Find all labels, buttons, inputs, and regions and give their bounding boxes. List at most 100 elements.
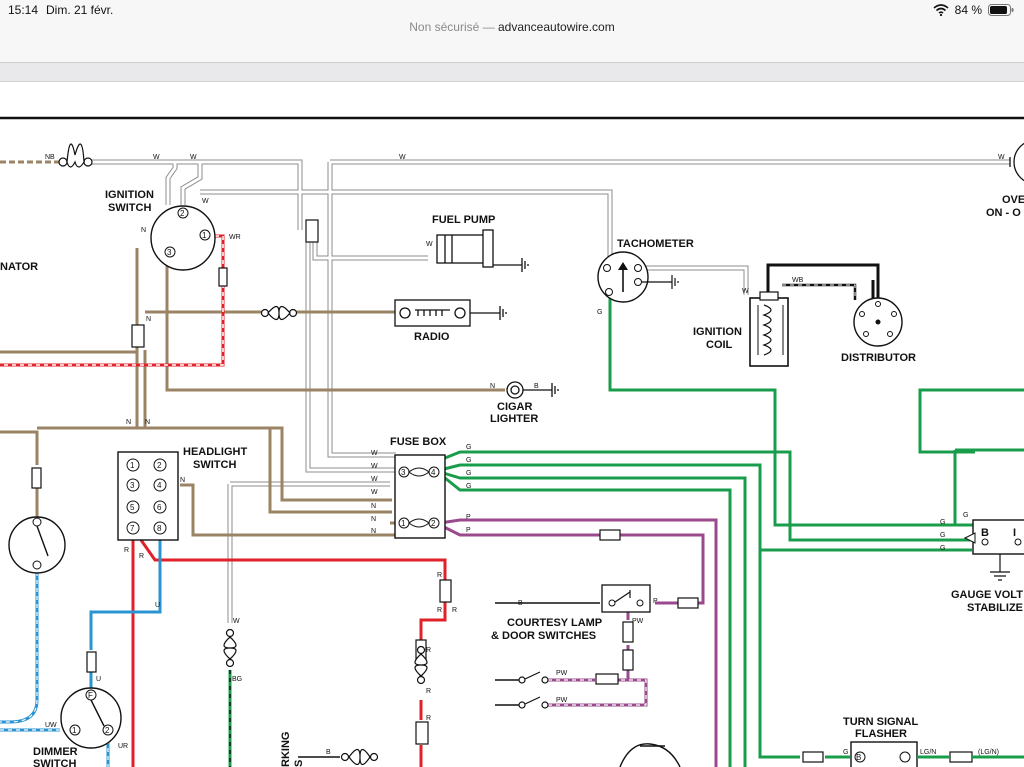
wire-code: N <box>126 419 131 426</box>
cigar-lighter <box>506 381 559 399</box>
wire-code: N <box>141 227 146 234</box>
tachometer[interactable] <box>597 251 679 303</box>
label-overdrive-2: ON - O <box>986 207 1021 219</box>
label-turn-signal-2: FLASHER <box>855 728 907 740</box>
headlight-pin-5: 5 <box>130 503 135 512</box>
wire-code: LG/N <box>920 749 936 756</box>
wire-code: N <box>145 419 150 426</box>
bulb-horizontal-bottom <box>340 748 379 766</box>
white-black-wire <box>782 283 857 300</box>
overdrive-switch <box>1009 142 1024 182</box>
headlight-pin-4: 4 <box>157 481 162 490</box>
wire-code: B <box>326 749 331 756</box>
wire-code: G <box>843 749 848 756</box>
wire-code: G <box>940 532 945 539</box>
status-bar: 15:14 Dim. 21 févr. 84 % <box>0 0 1024 20</box>
wire-code: R <box>426 688 431 695</box>
wire-code: U <box>96 676 101 683</box>
label-headlight-2: SWITCH <box>193 459 236 471</box>
wire-code: R <box>426 715 431 722</box>
wire-code: W <box>399 154 406 161</box>
wire-code: N <box>146 316 151 323</box>
wire-code: W <box>153 154 160 161</box>
tab-strip <box>0 63 1024 82</box>
wire-code: UR <box>118 743 128 750</box>
address-bar[interactable]: Non sécurisé — advanceautowire.com <box>0 20 1024 63</box>
wire-code: G <box>466 444 471 451</box>
wire-code: B <box>534 383 539 390</box>
status-right: 84 % <box>933 3 1014 17</box>
wire-code: UW <box>45 722 57 729</box>
headlight-pin-1: 1 <box>130 461 135 470</box>
label-ignition-switch: SWITCH <box>108 202 151 214</box>
ignition-pin-1: 1 <box>202 231 207 240</box>
label-fuse-box: FUSE BOX <box>390 436 447 448</box>
wire-code: R <box>426 647 431 654</box>
dimmer-pin-F: F <box>88 691 93 700</box>
wire-code: W <box>371 463 378 470</box>
wifi-icon <box>933 4 949 16</box>
wire-code: P <box>653 598 658 605</box>
wire-code: W <box>233 618 240 625</box>
horn-partial <box>619 743 681 767</box>
fusebox-pin-1: 1 <box>401 519 406 528</box>
ignition-pin-2: 2 <box>180 209 185 218</box>
wire-code: G <box>466 457 471 464</box>
headlight-pin-2: 2 <box>157 461 162 470</box>
status-time: 15:14 <box>8 3 39 17</box>
radio <box>394 299 507 327</box>
label-cigar: CIGAR <box>497 401 533 413</box>
domain-label: advanceautowire.com <box>497 20 615 34</box>
door-switches <box>518 671 549 709</box>
wire-code: BG <box>232 676 242 683</box>
label-parking: RKING <box>280 732 292 767</box>
headlight-pin-6: 6 <box>157 503 162 512</box>
wire-code: P <box>466 527 471 534</box>
wire-code: G <box>940 545 945 552</box>
flasher-terminal-B: B <box>856 753 861 762</box>
wire-code: W <box>371 489 378 496</box>
wire-code: W <box>371 476 378 483</box>
wire-code: R <box>124 547 129 554</box>
ignition-switch[interactable]: 2 1 3 <box>150 205 216 271</box>
bulb-vertical-1 <box>223 628 237 668</box>
label-fuel-pump: FUEL PUMP <box>432 214 495 226</box>
wire-code: W <box>190 154 197 161</box>
distributor[interactable] <box>853 297 903 347</box>
label-distributor: DISTRIBUTOR <box>841 352 916 364</box>
fuse-box[interactable]: 3 4 1 2 <box>394 454 446 539</box>
label-dimmer-1: DIMMER <box>33 746 78 758</box>
battery-percent: 84 % <box>954 3 982 17</box>
label-overdrive-1: OVE <box>1002 194 1024 206</box>
fusebox-pin-2: 2 <box>431 519 436 528</box>
fusebox-pin-3: 3 <box>401 468 406 477</box>
wire-code: PW <box>556 697 568 704</box>
label-tachometer: TACHOMETER <box>617 238 694 250</box>
headlight-pin-8: 8 <box>157 524 162 533</box>
label-courtesy-2: & DOOR SWITCHES <box>491 630 596 642</box>
wire-code: R <box>437 572 442 579</box>
stabilizer-terminal-B: B <box>981 527 989 539</box>
label-ignition: IGNITION <box>105 189 154 201</box>
wire-code: PW <box>632 618 644 625</box>
label-ignition-coil-1: IGNITION <box>693 326 742 338</box>
fuel-pump <box>436 229 529 272</box>
dimmer-switch[interactable]: F 1 2 <box>60 687 122 749</box>
label-parking-2: S <box>293 760 305 767</box>
status-date: Dim. 21 févr. <box>46 3 114 17</box>
wire-code: N <box>371 516 376 523</box>
wire-code: G <box>963 512 968 519</box>
courtesy-lamp-switch <box>601 584 651 613</box>
wire-code: R <box>139 553 144 560</box>
wire-code: W <box>426 241 433 248</box>
headlight-switch[interactable]: 1 2 3 4 5 6 7 8 <box>117 451 179 541</box>
wire-code: NB <box>45 154 55 161</box>
label-dimmer-2: SWITCH <box>33 758 76 767</box>
label-radio: RADIO <box>414 331 450 343</box>
wire-code: G <box>940 519 945 526</box>
bulb-top-left <box>58 143 93 168</box>
label-headlight-1: HEADLIGHT <box>183 446 247 458</box>
wire-code: R <box>437 607 442 614</box>
address-text[interactable]: Non sécurisé — advanceautowire.com <box>0 20 1024 34</box>
wire-code: B <box>518 600 523 607</box>
